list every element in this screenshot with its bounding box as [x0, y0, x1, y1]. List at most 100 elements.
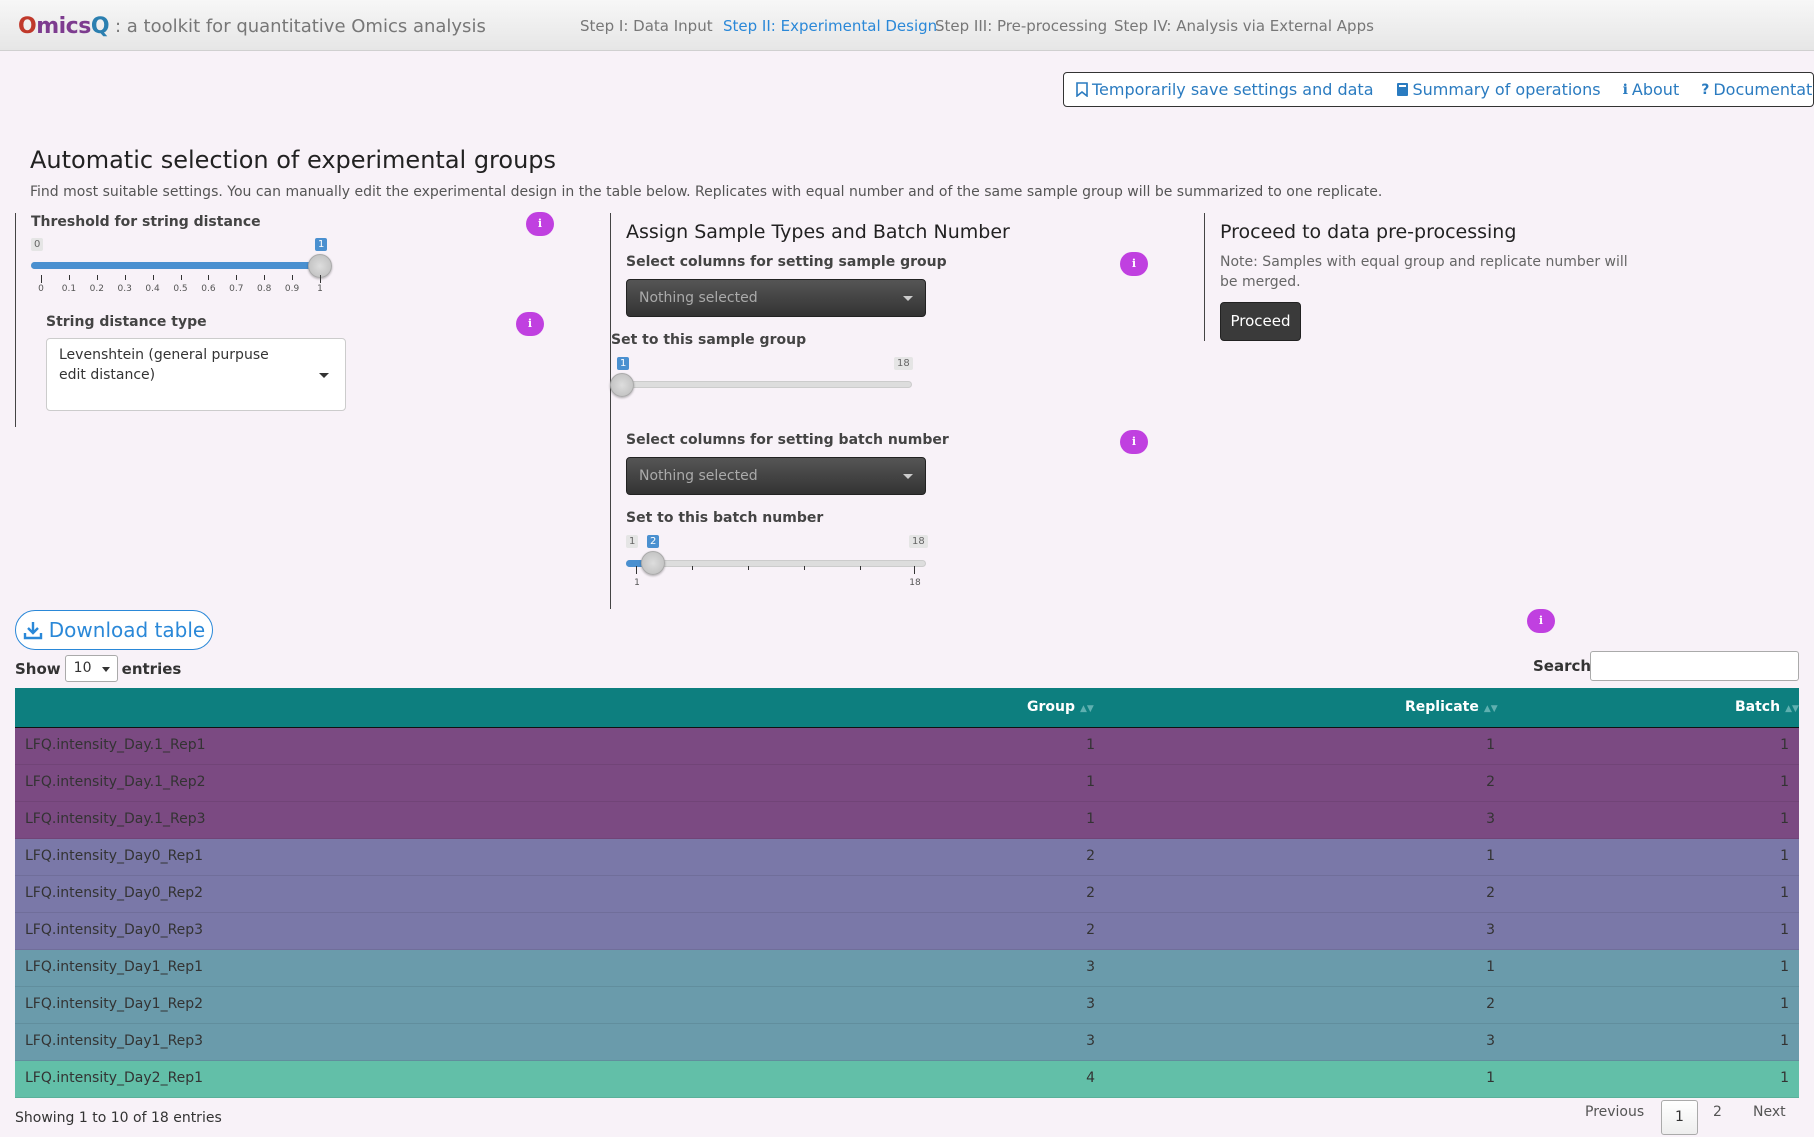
threshold-tick — [41, 275, 42, 283]
group-slider-handle[interactable] — [610, 373, 634, 397]
cell-batch[interactable]: 1 — [1780, 1070, 1789, 1086]
entries-select[interactable]: 10 — [64, 655, 118, 682]
search-input[interactable] — [1590, 651, 1799, 681]
page-2-button[interactable]: 2 — [1713, 1104, 1722, 1120]
batch-tick-max: 18 — [909, 578, 921, 588]
cell-replicate[interactable]: 3 — [1486, 922, 1495, 938]
table-body: LFQ.intensity_Day.1_Rep1 1 1 1 LFQ.intensity… — [15, 728, 1799, 1098]
group-slider-max: 18 — [894, 357, 913, 370]
batch-columns-select[interactable]: Nothing selected — [626, 457, 926, 495]
cell-group[interactable]: 1 — [1086, 774, 1095, 790]
cell-batch[interactable]: 1 — [1780, 885, 1789, 901]
threshold-tick — [292, 275, 294, 280]
cell-group[interactable]: 1 — [1086, 737, 1095, 753]
table-row[interactable]: LFQ.intensity_Day1_Rep3 3 3 1 — [15, 1024, 1799, 1061]
page-description: Find most suitable settings. You can man… — [30, 184, 1383, 200]
previous-button[interactable]: Previous — [1585, 1104, 1644, 1120]
table-row[interactable]: LFQ.intensity_Day.1_Rep2 1 2 1 — [15, 765, 1799, 802]
cell-batch[interactable]: 1 — [1780, 922, 1789, 938]
cell-replicate[interactable]: 2 — [1486, 774, 1495, 790]
about-button[interactable]: i About — [1623, 80, 1680, 99]
cell-replicate[interactable]: 1 — [1486, 737, 1495, 753]
table-row[interactable]: LFQ.intensity_Day0_Rep1 2 1 1 — [15, 839, 1799, 876]
threshold-tick-label: 0.6 — [201, 284, 216, 294]
table-row[interactable]: LFQ.intensity_Day0_Rep3 2 3 1 — [15, 913, 1799, 950]
cell-group[interactable]: 1 — [1086, 811, 1095, 827]
threshold-value: 1 — [315, 238, 328, 251]
brand[interactable]: OmicsQ : a toolkit for quantitative Omic… — [18, 12, 486, 40]
string-distance-info-icon[interactable]: i — [516, 312, 544, 336]
nav-step-3[interactable]: Step III: Pre-processing — [935, 17, 1107, 35]
chevron-down-icon — [319, 373, 329, 378]
group-info-icon[interactable]: i — [1120, 252, 1148, 276]
threshold-tick — [124, 275, 126, 280]
threshold-tick-label: 0 — [38, 284, 44, 294]
cell-replicate[interactable]: 2 — [1486, 885, 1495, 901]
documentation-button[interactable]: ? Documentation — [1701, 80, 1814, 99]
cell-group[interactable]: 3 — [1086, 959, 1095, 975]
cell-batch[interactable]: 1 — [1780, 1033, 1789, 1049]
info-icon: i — [1622, 81, 1628, 98]
proceed-button[interactable]: Proceed — [1220, 302, 1301, 341]
cell-group[interactable]: 4 — [1086, 1070, 1095, 1086]
table-header: Group ▲▼ Replicate ▲▼ Batch ▲▼ — [15, 688, 1799, 728]
cell-group[interactable]: 3 — [1086, 996, 1095, 1012]
group-slider-track — [622, 381, 912, 388]
batch-slider-max: 18 — [909, 535, 928, 548]
threshold-label: Threshold for string distance — [31, 214, 261, 230]
string-distance-select[interactable]: Levenshtein (general purpuse edit distan… — [46, 338, 346, 411]
batch-info-icon[interactable]: i — [1120, 430, 1148, 454]
cell-group[interactable]: 3 — [1086, 1033, 1095, 1049]
cell-batch[interactable]: 1 — [1780, 959, 1789, 975]
table-row[interactable]: LFQ.intensity_Day1_Rep2 3 2 1 — [15, 987, 1799, 1024]
next-button[interactable]: Next — [1753, 1104, 1786, 1120]
group-columns-select[interactable]: Nothing selected — [626, 279, 926, 317]
table-row[interactable]: LFQ.intensity_Day.1_Rep3 1 3 1 — [15, 802, 1799, 839]
header-replicate[interactable]: Replicate ▲▼ — [1405, 699, 1498, 715]
table-row[interactable]: LFQ.intensity_Day0_Rep2 2 2 1 — [15, 876, 1799, 913]
cell-replicate[interactable]: 1 — [1486, 848, 1495, 864]
cell-batch[interactable]: 1 — [1780, 774, 1789, 790]
threshold-tick-label: 1 — [317, 284, 323, 294]
cell-replicate[interactable]: 1 — [1486, 959, 1495, 975]
batch-slider-handle[interactable] — [641, 551, 665, 575]
header-replicate-label: Replicate — [1405, 699, 1479, 715]
threshold-tick — [320, 275, 321, 283]
nav-step-2[interactable]: Step II: Experimental Design — [723, 17, 937, 35]
search-label: Search: — [1533, 657, 1598, 675]
cell-batch[interactable]: 1 — [1780, 996, 1789, 1012]
download-table-button[interactable]: Download table — [15, 610, 213, 650]
cell-group[interactable]: 2 — [1086, 922, 1095, 938]
top-button-group: Temporarily save settings and data Summa… — [1063, 72, 1814, 107]
page-1-button[interactable]: 1 — [1661, 1100, 1698, 1135]
threshold-info-icon[interactable]: i — [526, 212, 554, 236]
nav-step-4[interactable]: Step IV: Analysis via External Apps — [1114, 17, 1374, 35]
table-row[interactable]: LFQ.intensity_Day1_Rep1 3 1 1 — [15, 950, 1799, 987]
threshold-tick-label: 0.4 — [145, 284, 160, 294]
batch-tick — [636, 566, 637, 574]
table-row[interactable]: LFQ.intensity_Day2_Rep1 4 1 1 — [15, 1061, 1799, 1098]
cell-batch[interactable]: 1 — [1780, 848, 1789, 864]
header-batch-label: Batch — [1735, 699, 1781, 715]
nav-step-1[interactable]: Step I: Data Input — [580, 17, 713, 35]
experimental-design-table: Group ▲▼ Replicate ▲▼ Batch ▲▼ LFQ.intensit… — [15, 688, 1799, 1098]
cell-sample-name: LFQ.intensity_Day0_Rep3 — [25, 922, 204, 938]
group-slider-label: Set to this sample group — [611, 332, 807, 348]
header-group-label: Group — [1027, 699, 1076, 715]
threshold-tick-label: 0.7 — [229, 284, 244, 294]
cell-replicate[interactable]: 1 — [1486, 1070, 1495, 1086]
cell-replicate[interactable]: 2 — [1486, 996, 1495, 1012]
save-settings-button[interactable]: Temporarily save settings and data — [1076, 80, 1374, 99]
cell-group[interactable]: 2 — [1086, 848, 1095, 864]
cell-group[interactable]: 2 — [1086, 885, 1095, 901]
header-group[interactable]: Group ▲▼ — [1027, 699, 1094, 715]
table-row[interactable]: LFQ.intensity_Day.1_Rep1 1 1 1 — [15, 728, 1799, 765]
cell-replicate[interactable]: 3 — [1486, 811, 1495, 827]
header-batch[interactable]: Batch ▲▼ — [1735, 699, 1799, 715]
cell-batch[interactable]: 1 — [1780, 811, 1789, 827]
summary-button[interactable]: Summary of operations — [1396, 80, 1601, 99]
table-info-icon[interactable]: i — [1527, 609, 1555, 633]
cell-replicate[interactable]: 3 — [1486, 1033, 1495, 1049]
save-settings-label: Temporarily save settings and data — [1092, 80, 1374, 99]
cell-batch[interactable]: 1 — [1780, 737, 1789, 753]
